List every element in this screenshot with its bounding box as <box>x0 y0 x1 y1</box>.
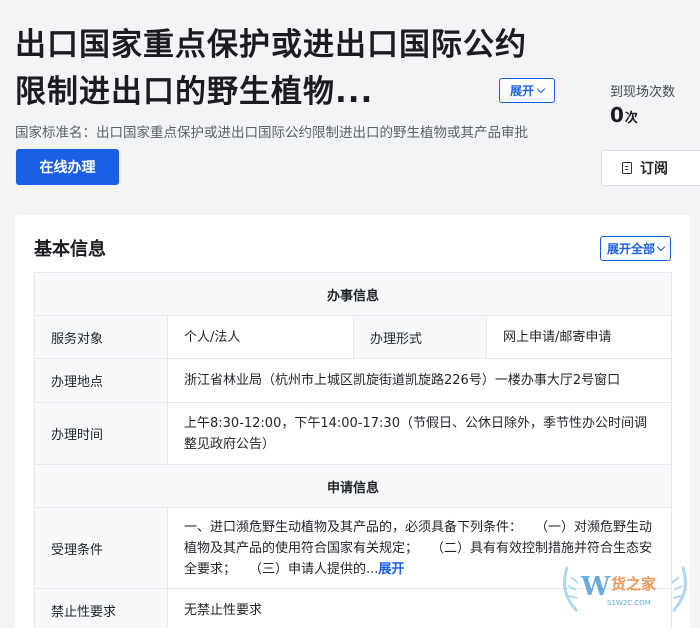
service-target-value: 个人/法人 <box>167 315 354 359</box>
time-value: 上午8:30-12:00，下午14:00-17:30（节假日、公休日除外，季节性… <box>166 402 673 465</box>
handling-form-value: 网上申请/邮寄申请 <box>485 315 673 359</box>
table-row: 办理时间 上午8:30-12:00，下午14:00-17:30（节假日、公休日除… <box>34 402 673 465</box>
acceptance-more-link[interactable]: 展开 <box>378 562 404 577</box>
location-value: 浙江省林业局（杭州市上城区凯旋街道凯旋路226号）一楼办事大厅2号窗口 <box>166 358 673 403</box>
expand-label: 展开 <box>509 84 534 98</box>
chevron-down-icon <box>536 84 546 94</box>
table-row: 办理地点 浙江省林业局（杭州市上城区凯旋街道凯旋路226号）一楼办事大厅2号窗口 <box>34 358 673 403</box>
visits-value: 0 <box>610 103 624 127</box>
standard-name: 国家标准名：出口国家重点保护或进出口国际公约限制进出口的野生植物或其产品审批 <box>15 125 528 141</box>
section-application-info: 申请信息 <box>33 464 673 508</box>
watermark-graphic: W 货之家 S1W2C.COM <box>563 566 687 613</box>
time-label: 办理时间 <box>34 402 168 465</box>
subscribe-icon <box>622 162 632 174</box>
table-row: 申请信息 <box>33 464 673 508</box>
visits-label: 到现场次数 <box>610 85 676 100</box>
visits-count: 0次 <box>610 103 638 127</box>
section-handling-info: 办事信息 <box>33 272 673 316</box>
service-target-label: 服务对象 <box>34 315 168 359</box>
basic-info-title: 基本信息 <box>34 239 106 260</box>
table-row: 办事信息 <box>33 272 673 316</box>
watermark-brand: 货之家 <box>611 575 656 593</box>
expand-all-label: 展开全部 <box>606 242 655 256</box>
acceptance-label: 受理条件 <box>34 507 168 589</box>
visits-unit: 次 <box>624 111 638 126</box>
chevron-down-icon <box>656 242 666 252</box>
handling-form-label: 办理形式 <box>353 315 487 359</box>
expand-all-button[interactable]: 展开全部 <box>600 236 671 261</box>
watermark-domain: S1W2C.COM <box>607 599 651 607</box>
location-label: 办理地点 <box>34 358 168 403</box>
subscribe-label: 订阅 <box>640 161 668 177</box>
expand-button[interactable]: 展开 <box>499 78 555 103</box>
svg-text:W: W <box>580 572 611 602</box>
prohibited-label: 禁止性要求 <box>34 588 168 628</box>
watermark-logo: W 货之家 S1W2C.COM <box>555 553 695 628</box>
page-title: 出口国家重点保护或进出口国际公约限制进出口的野生植物... <box>15 27 527 110</box>
online-handle-button[interactable]: 在线办理 <box>16 149 119 185</box>
subscribe-button[interactable]: 订阅 <box>601 150 700 186</box>
table-row: 服务对象 个人/法人 办理形式 网上申请/邮寄申请 <box>34 315 673 359</box>
